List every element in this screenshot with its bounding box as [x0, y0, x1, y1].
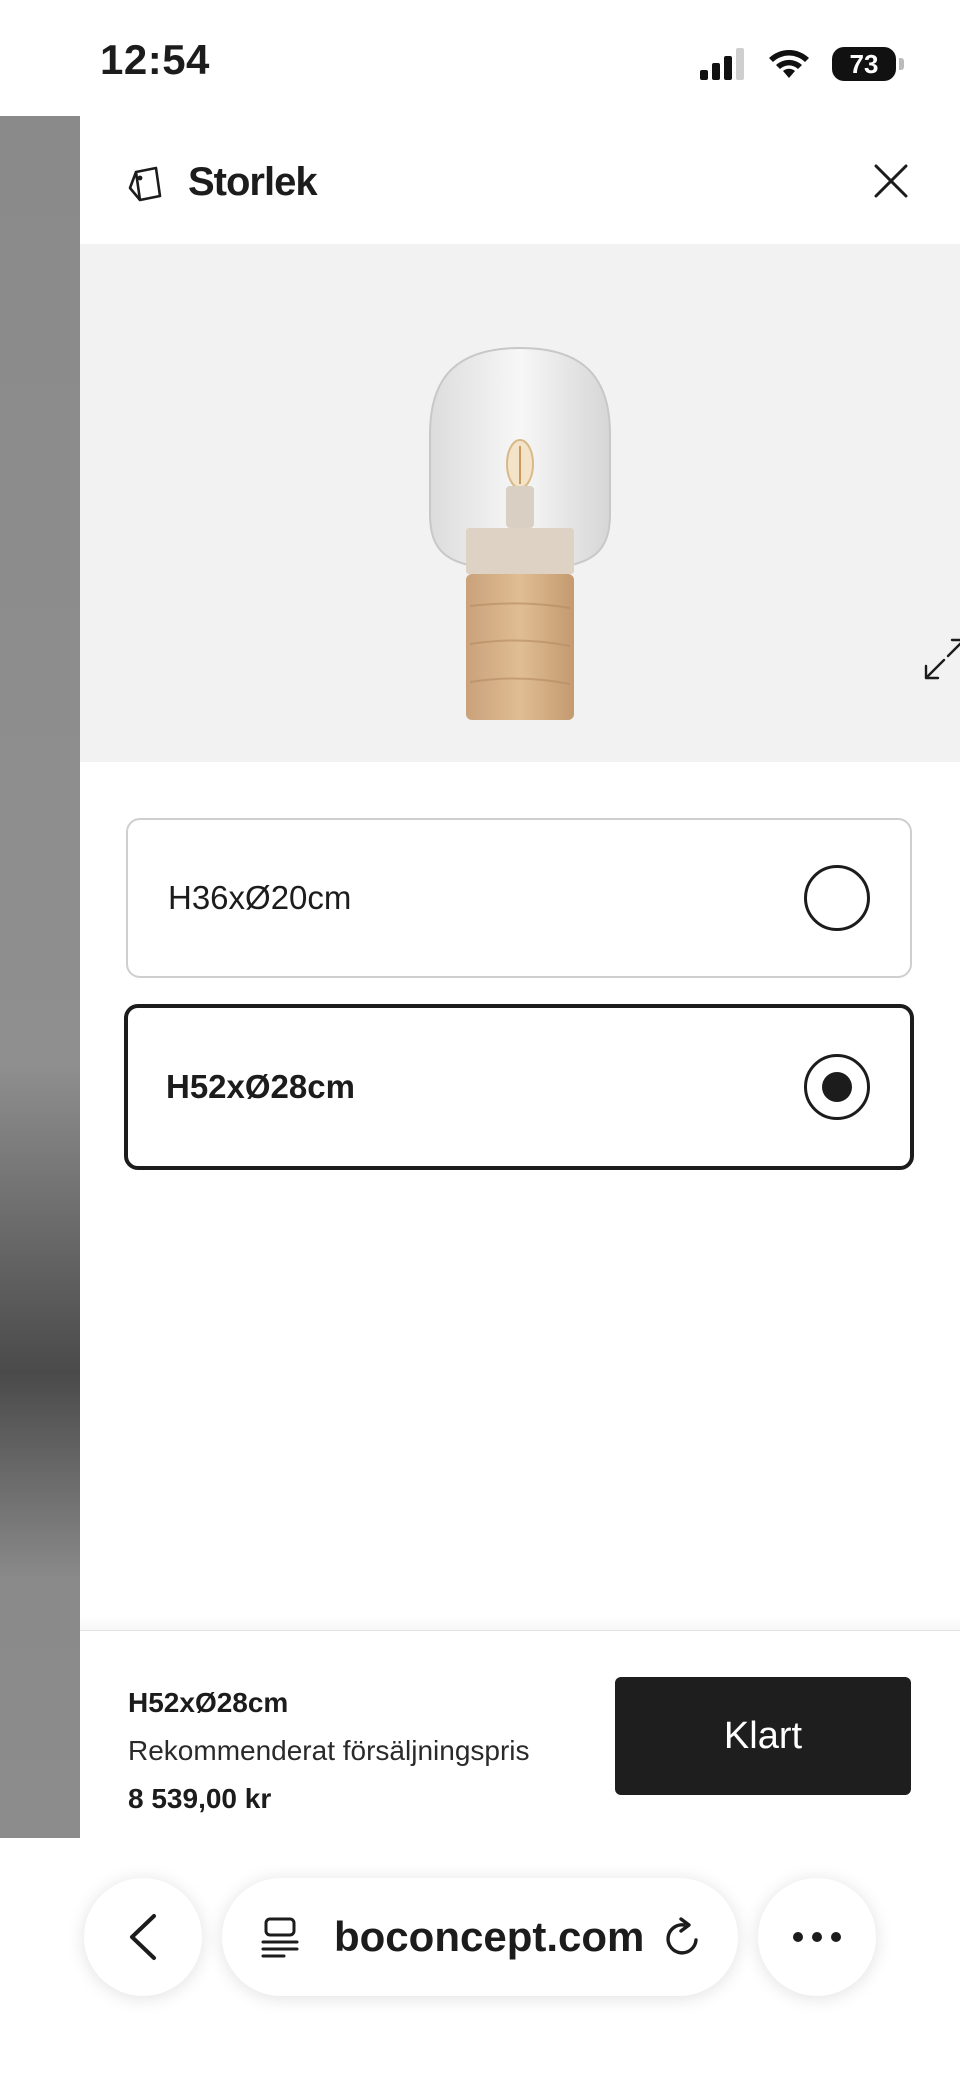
- done-button[interactable]: Klart: [615, 1677, 911, 1795]
- url-text[interactable]: boconcept.com: [334, 1878, 644, 1996]
- size-option-label: H52xØ28cm: [166, 1068, 355, 1105]
- more-icon-dot: [812, 1932, 822, 1942]
- tag-icon: [128, 166, 162, 202]
- battery-level: 73: [849, 48, 879, 79]
- size-option-h36[interactable]: H36xØ20cm: [126, 818, 912, 978]
- selected-size: H52xØ28cm: [128, 1687, 289, 1718]
- address-bar[interactable]: boconcept.com: [222, 1878, 738, 1996]
- price: 8 539,00 kr: [128, 1783, 272, 1814]
- wifi-icon: [769, 50, 809, 78]
- more-icon-dot: [831, 1932, 841, 1942]
- close-icon: [874, 164, 908, 198]
- size-drawer: Storlek H36xØ20cm H52xØ28cm H52xØ28cm Re…: [80, 116, 960, 1839]
- lamp-image: [429, 346, 611, 720]
- status-time: 12:54: [100, 36, 210, 83]
- drawer-footer: H52xØ28cm Rekommenderat försäljningspris…: [80, 1630, 960, 1839]
- product-image: [80, 244, 960, 762]
- size-option-radio[interactable]: [804, 865, 870, 931]
- reader-icon[interactable]: [260, 1916, 300, 1960]
- price-label: Rekommenderat försäljningspris: [128, 1735, 530, 1766]
- drawer-title: Storlek: [188, 160, 318, 204]
- more-icon: [793, 1932, 803, 1942]
- drawer-header: Storlek: [80, 116, 960, 244]
- status-icons: 73: [700, 44, 904, 84]
- size-option-h52[interactable]: H52xØ28cm: [124, 1004, 914, 1170]
- battery-icon: 73: [832, 47, 904, 81]
- size-option-label: H36xØ20cm: [168, 879, 352, 916]
- status-bar: 12:54 73: [0, 0, 960, 116]
- chevron-left-icon: [130, 1914, 156, 1960]
- size-option-radio[interactable]: [804, 1054, 870, 1120]
- more-button[interactable]: [758, 1878, 876, 1996]
- cellular-signal-icon: [700, 48, 744, 80]
- close-button[interactable]: [868, 158, 914, 204]
- browser-toolbar: boconcept.com: [0, 1838, 960, 2078]
- reload-icon[interactable]: [660, 1916, 704, 1960]
- page-backdrop[interactable]: [0, 116, 80, 1838]
- expand-icon[interactable]: [920, 634, 960, 684]
- back-button[interactable]: [84, 1878, 202, 1996]
